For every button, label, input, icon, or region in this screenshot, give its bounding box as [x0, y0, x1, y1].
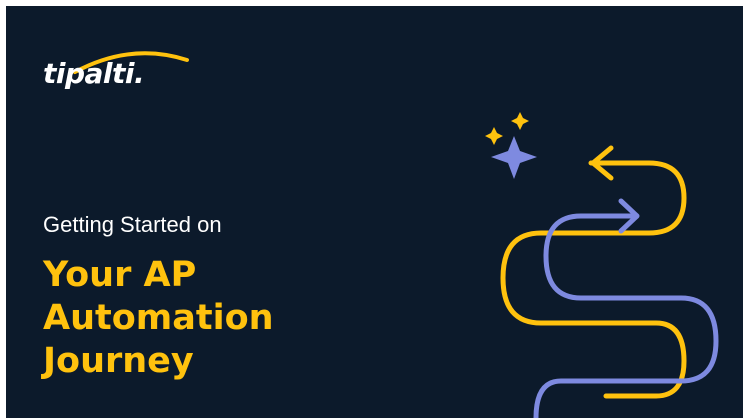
hero-banner: tipalti. Getting Started on Your AP Auto…	[6, 6, 743, 418]
headline-line-1: Your AP	[43, 255, 197, 295]
logo-wordmark: tipalti.	[43, 57, 145, 90]
winding-path-illustration	[485, 112, 719, 418]
headline-line-3: Journey	[43, 341, 194, 381]
headline-line-2: Automation	[43, 298, 274, 338]
sparkle-stars-icon	[485, 112, 537, 179]
large-lavender-sparkle	[491, 136, 537, 179]
hero-subtitle: Getting Started on	[43, 212, 222, 237]
hero-headline: Your AP Automation Journey	[43, 254, 274, 383]
small-yellow-sparkle-right	[511, 112, 529, 130]
yellow-path-arrow-icon	[500, 145, 687, 399]
tipalti-logo[interactable]: tipalti.	[43, 46, 203, 96]
small-yellow-sparkle-left	[485, 127, 503, 145]
